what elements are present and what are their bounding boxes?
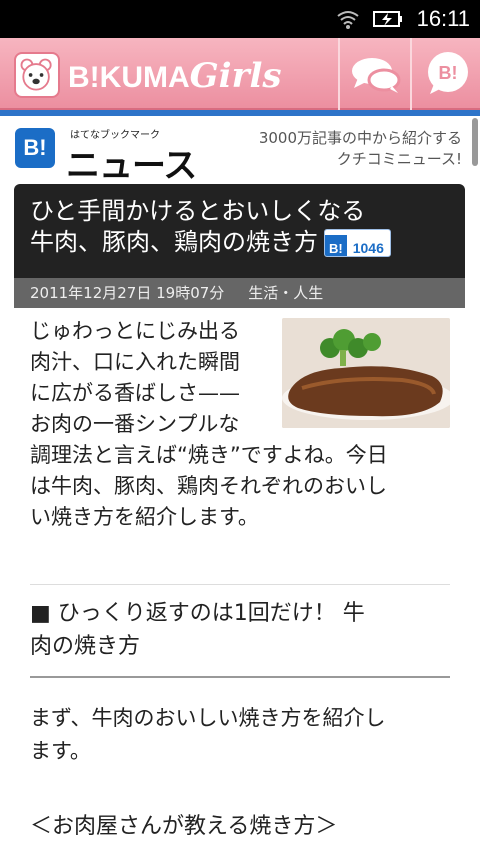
- bookmark-button-label: B!: [439, 63, 458, 83]
- body-paragraph: まず、牛肉のおいしい焼き方を紹介し ます。: [30, 702, 450, 768]
- body-line-2: ます。: [30, 739, 91, 763]
- bookmark-count: 1046: [352, 240, 384, 256]
- intro-line: お肉の一番シンプルな: [30, 412, 240, 436]
- headline-line-1: ひと手間かけるとおいしくなる: [30, 197, 366, 225]
- subheading: ＜お肉屋さんが教える焼き方＞: [30, 814, 338, 839]
- news-tagline: 3000万記事の中から紹介する クチコミニュース!: [222, 128, 462, 170]
- section-divider: [30, 676, 450, 678]
- article-meta: 2011年12月27日 19時07分 生活・人生: [14, 278, 465, 308]
- clock: 16:11: [416, 6, 470, 31]
- body-line-1: まず、牛肉のおいしい焼き方を紹介し: [30, 706, 386, 730]
- article-headline: ひと手間かけるとおいしくなる 牛肉、豚肉、鶏肉の焼き方 B! 1046: [30, 196, 450, 258]
- article-category[interactable]: 生活・人生: [248, 284, 323, 302]
- intro-line: 肉汁、口に入れた瞬間: [30, 350, 240, 374]
- chat-button[interactable]: [338, 38, 410, 110]
- bookmark-bubble-icon: B!: [428, 52, 468, 94]
- wifi-icon: [337, 11, 359, 29]
- article-header: ひと手間かけるとおいしくなる 牛肉、豚肉、鶏肉の焼き方 B! 1046: [14, 184, 465, 278]
- status-bar: 16:11: [0, 0, 480, 38]
- intro-line: は牛肉、豚肉、鶏肉それぞれのおいし: [30, 474, 387, 498]
- app-header: B!KUMAGirls B!: [0, 38, 480, 110]
- bear-logo-icon[interactable]: [14, 52, 60, 98]
- intro-line: に広がる香ばしさ——: [30, 381, 240, 405]
- divider: [30, 584, 450, 585]
- headline-line-2-text: 牛肉、豚肉、鶏肉の焼き方: [30, 228, 318, 256]
- news-header: B! はてなブックマーク ニュース 3000万記事の中から紹介する クチコミニュ…: [0, 116, 480, 186]
- section-title-line-1: ■ ひっくり返すのは1回だけ！ 牛: [30, 601, 365, 626]
- news-title: ニュース: [66, 146, 197, 186]
- brand-title: B!KUMAGirls: [68, 56, 282, 96]
- tagline-line-2: クチコミニュース!: [336, 150, 462, 168]
- brand-prefix: B!KUMA: [68, 61, 190, 94]
- bookmark-button[interactable]: B!: [410, 38, 480, 110]
- intro-line: 調理法と言えば“焼き”ですよね。今日: [30, 443, 388, 467]
- intro-line: じゅわっとにじみ出る: [30, 319, 240, 343]
- article-date: 2011年12月27日 19時07分: [30, 284, 225, 302]
- hatena-bookmark-logo-icon[interactable]: B!: [15, 128, 55, 168]
- chat-bubbles-icon: [352, 58, 401, 93]
- brand-suffix: Girls: [189, 56, 282, 96]
- section-title-line-2: 肉の焼き方: [30, 634, 141, 659]
- badge-b-mark: B!: [325, 235, 347, 256]
- bookmark-count-badge[interactable]: B! 1046: [324, 229, 391, 257]
- section-title: ■ ひっくり返すのは1回だけ！ 牛 肉の焼き方: [30, 597, 450, 663]
- tagline-line-1: 3000万記事の中から紹介する: [258, 129, 462, 147]
- intro-paragraph: じゅわっとにじみ出る 肉汁、口に入れた瞬間 に広がる香ばしさ—— お肉の一番シン…: [30, 316, 450, 533]
- battery-charging-icon: [373, 11, 402, 27]
- scrollbar[interactable]: [472, 118, 478, 166]
- article-intro: じゅわっとにじみ出る 肉汁、口に入れた瞬間 に広がる香ばしさ—— お肉の一番シン…: [30, 316, 450, 533]
- intro-line: い焼き方を紹介します。: [30, 505, 259, 529]
- headline-line-2: 牛肉、豚肉、鶏肉の焼き方 B! 1046: [30, 227, 450, 258]
